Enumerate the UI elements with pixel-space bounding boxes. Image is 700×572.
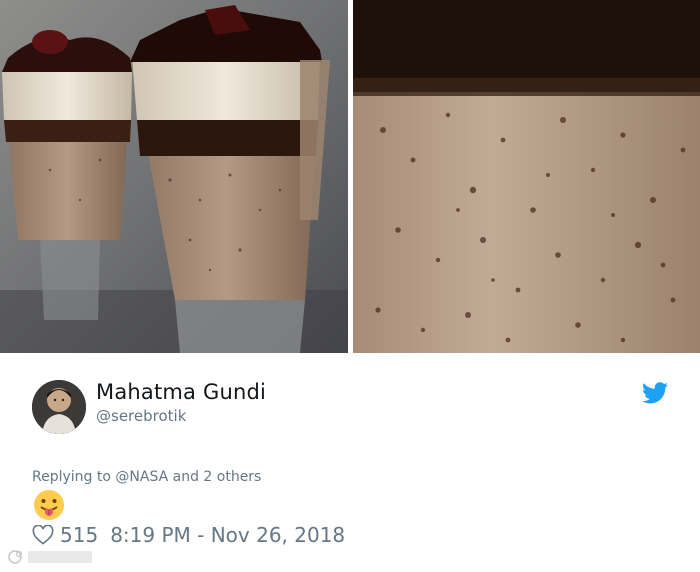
- tweet-footer: 515 8:19 PM - Nov 26, 2018: [32, 523, 345, 547]
- tweet-card: Mahatma Gundi @serebrotik Replying to @N…: [0, 353, 700, 572]
- heart-outline-icon[interactable]: [32, 525, 54, 545]
- display-name[interactable]: Mahatma Gundi: [96, 380, 266, 404]
- watermark-logo-icon: [8, 550, 92, 564]
- twitter-bird-icon[interactable]: [642, 382, 668, 404]
- tweet-timestamp[interactable]: 8:19 PM - Nov 26, 2018: [110, 523, 345, 547]
- tweet-media[interactable]: [0, 0, 700, 353]
- reply-prefix: Replying to: [32, 469, 116, 485]
- avatar[interactable]: [32, 380, 86, 434]
- like-count[interactable]: 515: [60, 523, 98, 547]
- media-photo-dessert-glasses[interactable]: [0, 0, 348, 353]
- user-handle[interactable]: @serebrotik: [96, 407, 186, 425]
- face-with-tongue-icon: [34, 490, 64, 520]
- media-photo-mousse-closeup[interactable]: [353, 0, 700, 353]
- reply-mentions-link[interactable]: @NASA and 2 others: [115, 469, 261, 485]
- reply-context: Replying to @NASA and 2 others: [32, 469, 261, 485]
